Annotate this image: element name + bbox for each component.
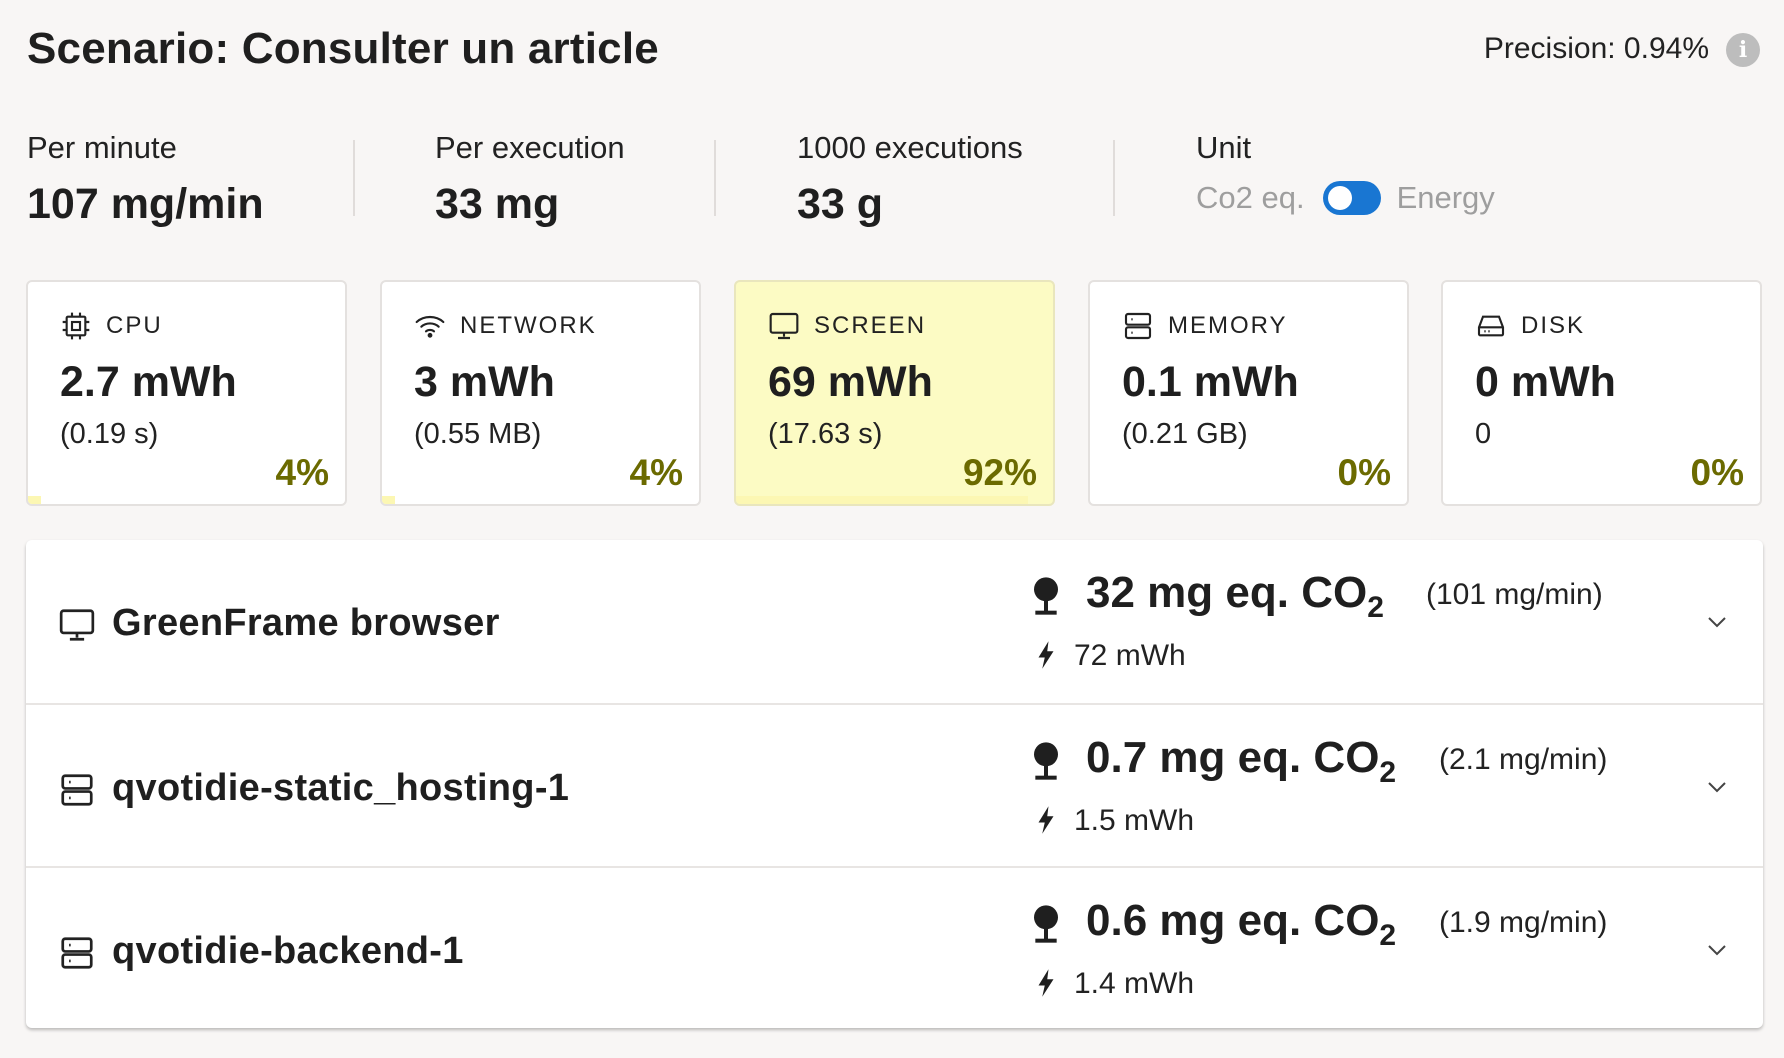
co2-rate: (2.1 mg/min)	[1439, 743, 1608, 776]
stat-value: 33 g	[797, 180, 884, 228]
memory-icon	[1124, 312, 1152, 340]
card-title: DISK	[1521, 312, 1586, 339]
card-energy: 0 mWh	[1475, 358, 1616, 406]
unit-option-co2[interactable]: Co2 eq.	[1196, 180, 1305, 216]
stat-label: Per execution	[435, 130, 625, 165]
card-network: NETWORK 3 mWh (0.55 MB) 4%	[380, 280, 701, 506]
unit-label: Unit	[1196, 130, 1252, 165]
bolt-icon	[1038, 969, 1054, 997]
card-energy: 0.1 mWh	[1122, 358, 1299, 406]
cpu-icon	[62, 312, 90, 340]
energy-value: 72 mWh	[1074, 639, 1186, 672]
card-percent: 4%	[629, 452, 683, 493]
chevron-down-icon[interactable]	[1705, 779, 1729, 795]
card-percent: 4%	[275, 452, 329, 493]
bolt-icon	[1038, 641, 1054, 669]
container-name: GreenFrame browser	[112, 602, 500, 644]
chevron-down-icon[interactable]	[1705, 942, 1729, 958]
co2-subscript: 2	[1379, 919, 1397, 952]
card-cpu: CPU 2.7 mWh (0.19 s) 4%	[26, 280, 347, 506]
co2-value: 0.7 mg eq. CO2	[1086, 733, 1396, 790]
card-title: SCREEN	[814, 312, 927, 339]
monitor-icon	[59, 609, 95, 641]
precision-label: Precision: 0.94%	[1483, 32, 1709, 65]
list-item-static-hosting[interactable]: qvotidie-static_hosting-1 0.7 mg eq. CO2…	[26, 703, 1763, 866]
container-list: GreenFrame browser 32 mg eq. CO2 (101 mg…	[26, 540, 1763, 1028]
disk-icon	[1477, 315, 1505, 337]
page-title: Scenario: Consulter un article	[27, 24, 659, 73]
card-detail: (0.55 MB)	[414, 418, 542, 450]
stat-label: 1000 executions	[797, 130, 1023, 165]
monitor-icon	[769, 312, 799, 340]
list-item-backend[interactable]: qvotidie-backend-1 0.6 mg eq. CO2 (1.9 m…	[26, 866, 1763, 1029]
stat-per-execution: Per execution 33 mg	[435, 130, 625, 229]
divider	[714, 140, 716, 216]
container-name: qvotidie-backend-1	[112, 930, 464, 972]
card-percent: 0%	[1690, 452, 1744, 493]
card-energy: 3 mWh	[414, 358, 555, 406]
divider	[1113, 140, 1115, 216]
info-icon[interactable]: i	[1726, 33, 1760, 67]
co2-rate: (1.9 mg/min)	[1439, 906, 1608, 939]
card-percent: 0%	[1337, 452, 1391, 493]
stat-label: Per minute	[27, 130, 177, 165]
co2-text: 0.6 mg eq. CO	[1086, 896, 1380, 945]
co2-subscript: 2	[1367, 591, 1384, 624]
card-detail: 0	[1475, 418, 1492, 450]
card-title: MEMORY	[1168, 312, 1288, 339]
unit-switch: Co2 eq. Energy	[1196, 180, 1495, 216]
card-detail: (17.63 s)	[768, 418, 883, 450]
card-percent: 92%	[962, 452, 1037, 493]
co2-value: 32 mg eq. CO2	[1086, 568, 1384, 625]
co2-subscript: 2	[1379, 756, 1397, 789]
bolt-icon	[1038, 806, 1054, 834]
co2-rate: (101 mg/min)	[1426, 578, 1603, 611]
container-name: qvotidie-static_hosting-1	[112, 767, 570, 809]
card-disk: DISK 0 mWh 0 0%	[1441, 280, 1762, 506]
wifi-icon	[415, 315, 445, 338]
card-screen: SCREEN 69 mWh (17.63 s) 92%	[734, 280, 1055, 506]
chevron-down-icon[interactable]	[1705, 614, 1729, 630]
tree-icon	[1034, 905, 1058, 943]
unit-toggle[interactable]	[1322, 181, 1381, 215]
card-share-bar	[736, 496, 1028, 504]
card-share-bar	[382, 496, 395, 504]
tree-icon	[1034, 742, 1058, 780]
card-energy: 2.7 mWh	[60, 358, 237, 406]
card-share-bar	[28, 496, 41, 504]
stat-per-minute: Per minute 107 mg/min	[27, 130, 264, 229]
stat-1000-executions: 1000 executions 33 g	[797, 130, 1023, 229]
co2-text: 0.7 mg eq. CO	[1086, 733, 1380, 782]
stat-value: 33 mg	[435, 180, 560, 228]
co2-value: 0.6 mg eq. CO2	[1086, 896, 1396, 953]
server-icon	[61, 774, 93, 806]
tree-icon	[1034, 577, 1058, 615]
toggle-knob	[1327, 186, 1352, 210]
energy-value: 1.5 mWh	[1074, 804, 1195, 837]
co2-text: 32 mg eq. CO	[1086, 568, 1368, 617]
stat-value: 107 mg/min	[27, 180, 264, 228]
card-detail: (0.21 GB)	[1122, 418, 1248, 450]
card-detail: (0.19 s)	[60, 418, 159, 450]
energy-value: 1.4 mWh	[1074, 967, 1195, 1000]
card-memory: MEMORY 0.1 mWh (0.21 GB) 0%	[1088, 280, 1409, 506]
card-energy: 69 mWh	[768, 358, 933, 406]
divider	[353, 140, 355, 216]
server-icon	[61, 937, 93, 969]
unit-option-energy[interactable]: Energy	[1397, 180, 1495, 216]
list-item-greenframe-browser[interactable]: GreenFrame browser 32 mg eq. CO2 (101 mg…	[26, 540, 1763, 703]
card-title: NETWORK	[460, 312, 597, 339]
card-title: CPU	[106, 312, 163, 339]
